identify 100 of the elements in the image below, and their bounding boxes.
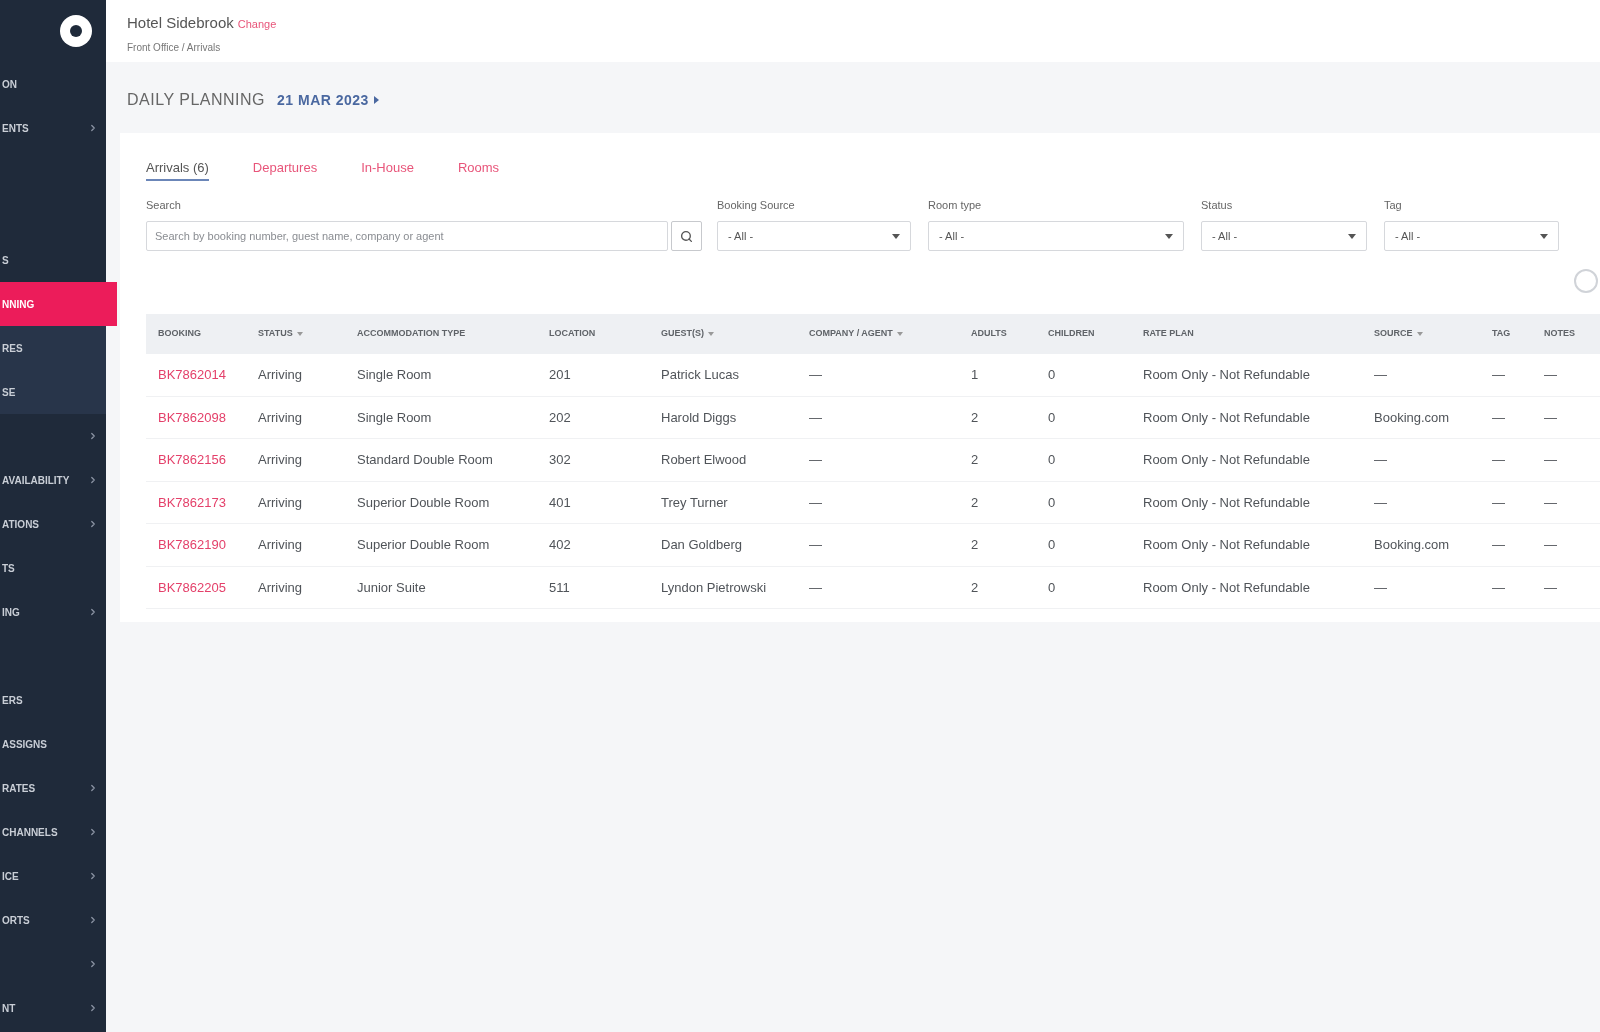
sort-icon[interactable] — [296, 332, 303, 336]
table-cell-text: Room Only - Not Refundable — [1143, 451, 1310, 469]
column-header: COMPANY / AGENT — [809, 327, 893, 341]
table-cell-text: — — [1492, 578, 1505, 597]
booking-link[interactable]: BK7862173 — [158, 492, 226, 512]
table-cell-text: Arriving — [258, 451, 303, 469]
booking-link[interactable]: BK7862014 — [158, 365, 226, 385]
sidebar-item[interactable]: ASSIGNS — [0, 722, 106, 766]
table-cell-text: Superior Double Room — [357, 536, 490, 554]
table-cell-text: Arriving — [258, 536, 303, 554]
sidebar-item[interactable]: ORTS — [0, 898, 106, 942]
table-cell-text: Room Only - Not Refundable — [1143, 578, 1310, 597]
table-cell-text: — — [1544, 493, 1557, 512]
sidebar-item[interactable]: RATES — [0, 766, 106, 810]
column-header: BOOKING — [158, 327, 201, 341]
select-field[interactable]: - All - — [1201, 221, 1367, 251]
sidebar-label: ING — [2, 605, 20, 620]
sidebar-item[interactable]: S — [0, 238, 106, 282]
sidebar-item[interactable]: TS — [0, 546, 106, 590]
table-cell-text: 2 — [971, 536, 979, 554]
sidebar-item[interactable]: NT — [0, 986, 106, 1030]
sidebar-item[interactable]: ATIONS — [0, 502, 106, 546]
table-cell-text: 2 — [971, 451, 979, 469]
column-header: SOURCE — [1374, 327, 1413, 341]
table-cell-text: — — [1544, 536, 1557, 554]
table-cell-text: Room Only - Not Refundable — [1143, 493, 1310, 512]
sidebar-label: ENTS — [2, 121, 29, 136]
tab[interactable]: Rooms — [457, 157, 500, 181]
page-title: DAILY PLANNING — [127, 90, 265, 110]
table-cell-text: Junior Suite — [357, 578, 426, 597]
filter-label: Status — [1201, 198, 1234, 213]
table-cell-text: Single Room — [357, 408, 432, 427]
caret-icon — [1165, 233, 1173, 239]
sidebar-label: AVAILABILITY — [2, 473, 70, 488]
sidebar-item[interactable]: ON — [0, 62, 106, 106]
table-cell-text: — — [1544, 451, 1557, 469]
table-cell-text: — — [809, 366, 822, 384]
sidebar-item[interactable]: AVAILABILITY — [0, 458, 106, 502]
table-cell-text: Patrick Lucas — [661, 366, 740, 384]
sidebar-item[interactable]: ING — [0, 590, 106, 634]
sidebar-label: RATES — [2, 781, 36, 796]
table-cell-text: 1 — [971, 366, 979, 384]
table-cell-text: 201 — [549, 366, 571, 384]
filter-label: Search — [146, 198, 182, 213]
table-cell-text: 302 — [549, 451, 571, 469]
sidebar-label: ASSIGNS — [2, 737, 47, 752]
sort-icon[interactable] — [708, 332, 714, 336]
table-cell-text: Trey Turner — [661, 493, 728, 512]
table-cell-text: 202 — [549, 408, 571, 427]
table-cell-text: Single Room — [357, 366, 432, 384]
sidebar-label: SE — [2, 385, 16, 400]
column-header: ACCOMMODATION TYPE — [357, 327, 466, 341]
column-header: STATUS — [258, 327, 293, 341]
date-link[interactable]: 21 MAR 2023 — [277, 89, 369, 111]
table-cell-text: — — [1374, 451, 1387, 469]
table-cell-text: — — [1374, 366, 1387, 384]
table-cell-text: Room Only - Not Refundable — [1143, 408, 1310, 427]
search-button[interactable] — [671, 221, 702, 251]
select-field[interactable]: - All - — [928, 221, 1184, 251]
caret-icon — [1540, 233, 1548, 239]
logo-icon — [60, 15, 92, 47]
table-cell-text: 2 — [971, 578, 979, 597]
sort-icon[interactable] — [896, 332, 903, 336]
tab[interactable]: In-House — [361, 157, 414, 181]
hotel-name: Hotel Sidebrook — [127, 13, 234, 33]
table-cell-text: 402 — [549, 536, 571, 554]
caret-icon[interactable] — [373, 96, 379, 104]
booking-link[interactable]: BK7862190 — [158, 535, 226, 555]
change-link[interactable]: Change — [237, 16, 277, 33]
table-cell-text: — — [1374, 578, 1387, 597]
column-header: LOCATION — [549, 327, 596, 341]
search-field[interactable]: Search by booking number, guest name, company or agent — [146, 221, 668, 251]
sidebar-item[interactable]: ERS — [0, 678, 106, 722]
sidebar-item[interactable]: SE — [0, 370, 106, 414]
select-field[interactable]: - All - — [717, 221, 911, 251]
column-header: NOTES — [1544, 327, 1575, 341]
booking-link[interactable]: BK7862156 — [158, 450, 226, 470]
caret-icon — [1348, 233, 1356, 239]
sort-icon[interactable] — [1416, 332, 1423, 336]
round-button[interactable] — [1574, 269, 1598, 293]
column-header: RATE PLAN — [1143, 327, 1194, 341]
sidebar-item[interactable]: ICE — [0, 854, 106, 898]
select-field[interactable]: - All - — [1384, 221, 1559, 251]
booking-link[interactable]: BK7862098 — [158, 407, 226, 427]
table-cell-text: 0 — [1048, 408, 1056, 427]
table-cell-text: Harold Diggs — [661, 408, 737, 427]
table-cell-text: — — [809, 493, 822, 512]
sidebar-label: ERS — [2, 693, 23, 708]
caret-icon — [892, 233, 900, 239]
table-cell-text: — — [1492, 451, 1505, 469]
sidebar-label: ICE — [2, 869, 19, 884]
filter-label: Tag — [1384, 198, 1403, 213]
table-cell-text: 0 — [1048, 366, 1056, 384]
sidebar-item[interactable]: CHANNELS — [0, 810, 106, 854]
table-cell-text: 0 — [1048, 451, 1056, 469]
tab[interactable]: Arrivals (6) — [146, 157, 209, 181]
sidebar-item[interactable]: ENTS — [0, 106, 106, 150]
booking-link[interactable]: BK7862205 — [158, 577, 226, 597]
table-cell-text: Booking.com — [1374, 408, 1450, 427]
sidebar-item[interactable]: RES — [0, 326, 106, 370]
